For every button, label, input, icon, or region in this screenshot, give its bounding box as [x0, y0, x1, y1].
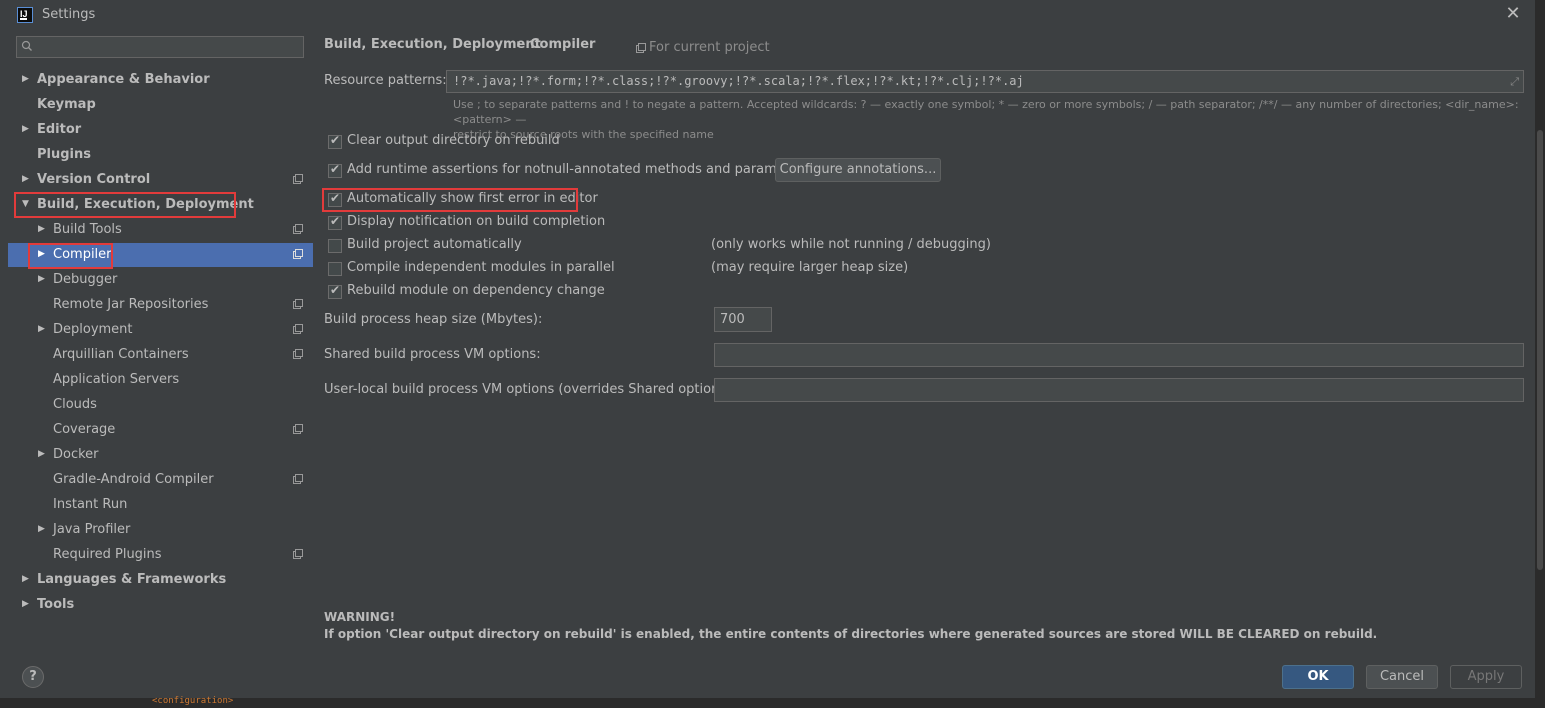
intellij-app-icon: IJ — [17, 7, 33, 23]
search-icon — [21, 40, 32, 51]
expand-arrow-icon[interactable]: ▶ — [22, 599, 29, 609]
checkmark-icon: ✔ — [330, 283, 341, 297]
sidebar-item-clouds[interactable]: Clouds — [53, 392, 97, 417]
project-scope-icon — [293, 424, 303, 434]
expand-arrow-icon[interactable]: ▶ — [38, 324, 45, 334]
window-title: Settings — [42, 7, 96, 22]
search-input[interactable] — [16, 36, 304, 58]
annotation-highlight-compiler — [28, 243, 113, 269]
rebuild-module-checkbox[interactable]: ✔ — [328, 283, 342, 299]
checkmark-icon: ✔ — [330, 162, 341, 176]
expand-arrow-icon[interactable]: ▶ — [38, 274, 45, 284]
sidebar-item-editor[interactable]: Editor — [37, 117, 81, 142]
heap-size-label: Build process heap size (Mbytes): — [324, 312, 543, 327]
shared-vm-options-label: Shared build process VM options: — [324, 347, 541, 362]
title-bar: IJ Settings ✕ — [0, 0, 1545, 30]
sidebar-item-coverage[interactable]: Coverage — [53, 417, 115, 442]
expand-arrow-icon[interactable]: ▶ — [38, 524, 45, 534]
project-scope-icon — [636, 43, 646, 53]
sidebar-item-languages-frameworks[interactable]: Languages & Frameworks — [37, 567, 226, 592]
breadcrumb-separator: › — [516, 37, 522, 52]
project-scope-icon — [293, 174, 303, 184]
scrollbar-thumb[interactable] — [1537, 130, 1543, 570]
apply-button[interactable]: Apply — [1450, 665, 1522, 689]
annotation-highlight-build — [14, 192, 236, 218]
checkmark-icon: ✔ — [330, 214, 341, 228]
sidebar-item-required-plugins[interactable]: Required Plugins — [53, 542, 162, 567]
warning-title: WARNING! — [324, 610, 396, 624]
background-editor-strip: <configuration> — [0, 696, 1545, 708]
user-vm-options-input[interactable] — [714, 378, 1524, 402]
warning-text: If option 'Clear output directory on reb… — [324, 627, 1378, 641]
build-automatically-checkbox[interactable] — [328, 239, 342, 253]
compile-parallel-label[interactable]: Compile independent modules in parallel — [347, 260, 615, 275]
sidebar-item-debugger[interactable]: Debugger — [53, 267, 117, 292]
sidebar-item-deployment[interactable]: Deployment — [53, 317, 133, 342]
breadcrumb-current: Compiler — [530, 37, 596, 52]
compile-parallel-note: (may require larger heap size) — [711, 260, 909, 275]
configure-annotations-button[interactable]: Configure annotations... — [775, 158, 941, 182]
sidebar-item-build-tools[interactable]: Build Tools — [53, 217, 122, 242]
project-scope-icon — [293, 549, 303, 559]
project-scope-icon — [293, 224, 303, 234]
project-scope-icon — [293, 299, 303, 309]
help-button[interactable]: ? — [22, 666, 44, 688]
rebuild-module-label[interactable]: Rebuild module on dependency change — [347, 283, 605, 298]
expand-arrow-icon[interactable]: ▶ — [38, 224, 45, 234]
resource-patterns-field[interactable]: !?*.java;!?*.form;!?*.class;!?*.groovy;!… — [446, 70, 1524, 93]
resource-patterns-hint: Use ; to separate patterns and ! to nega… — [453, 97, 1528, 142]
build-automatically-label[interactable]: Build project automatically — [347, 237, 522, 252]
display-notification-label[interactable]: Display notification on build completion — [347, 214, 605, 229]
clear-output-label[interactable]: Clear output directory on rebuild — [347, 133, 560, 148]
project-scope-icon — [293, 324, 303, 334]
cancel-button[interactable]: Cancel — [1366, 665, 1438, 689]
expand-field-icon[interactable]: ⤢ — [1510, 71, 1519, 92]
sidebar-item-docker[interactable]: Docker — [53, 442, 99, 467]
clear-output-checkbox[interactable]: ✔ — [328, 133, 342, 149]
project-scope-icon — [293, 474, 303, 484]
shared-vm-options-input[interactable] — [714, 343, 1524, 367]
checkmark-icon: ✔ — [330, 133, 341, 147]
resource-patterns-value: !?*.java;!?*.form;!?*.class;!?*.groovy;!… — [453, 74, 1024, 88]
user-vm-options-label: User-local build process VM options (ove… — [324, 382, 736, 397]
sidebar-item-tools[interactable]: Tools — [37, 592, 74, 617]
expand-arrow-icon[interactable]: ▶ — [38, 449, 45, 459]
sidebar-item-remote-jar-repositories[interactable]: Remote Jar Repositories — [53, 292, 208, 317]
resource-patterns-label: Resource patterns: — [324, 73, 447, 88]
ok-button[interactable]: OK — [1282, 665, 1354, 689]
sidebar-item-plugins[interactable]: Plugins — [37, 142, 91, 167]
annotation-highlight-first-error — [322, 188, 578, 212]
hint-line-2: restrict to source roots with the specif… — [453, 128, 714, 141]
sidebar-item-instant-run[interactable]: Instant Run — [53, 492, 127, 517]
expand-arrow-icon[interactable]: ▶ — [22, 124, 29, 134]
compile-parallel-checkbox[interactable] — [328, 262, 342, 276]
display-notification-checkbox[interactable]: ✔ — [328, 214, 342, 230]
sidebar-item-version-control[interactable]: Version Control — [37, 167, 150, 192]
close-icon[interactable]: ✕ — [1503, 4, 1523, 24]
sidebar-item-arquillian-containers[interactable]: Arquillian Containers — [53, 342, 189, 367]
project-scope-icon — [293, 349, 303, 359]
background-code-text: <configuration> — [152, 696, 234, 706]
project-scope-icon — [293, 249, 303, 259]
sidebar-item-application-servers[interactable]: Application Servers — [53, 367, 179, 392]
expand-arrow-icon[interactable]: ▶ — [22, 174, 29, 184]
sidebar-item-java-profiler[interactable]: Java Profiler — [53, 517, 130, 542]
runtime-assertions-checkbox[interactable]: ✔ — [328, 162, 342, 178]
build-automatically-note: (only works while not running / debuggin… — [711, 237, 991, 252]
sidebar-item-appearance[interactable]: Appearance & Behavior — [37, 67, 210, 92]
hint-line-1: Use ; to separate patterns and ! to nega… — [453, 98, 1519, 126]
scope-label: For current project — [649, 40, 770, 55]
settings-window: IJ Settings ✕ ▶ Appearance & Behavior Ke… — [0, 0, 1545, 708]
sidebar-item-gradle-android-compiler[interactable]: Gradle-Android Compiler — [53, 467, 214, 492]
runtime-assertions-label[interactable]: Add runtime assertions for notnull-annot… — [347, 162, 810, 177]
sidebar-item-keymap[interactable]: Keymap — [37, 92, 96, 117]
heap-size-input[interactable]: 700 — [714, 307, 772, 332]
expand-arrow-icon[interactable]: ▶ — [22, 74, 29, 84]
expand-arrow-icon[interactable]: ▶ — [22, 574, 29, 584]
breadcrumb-parent[interactable]: Build, Execution, Deployment — [324, 37, 541, 52]
